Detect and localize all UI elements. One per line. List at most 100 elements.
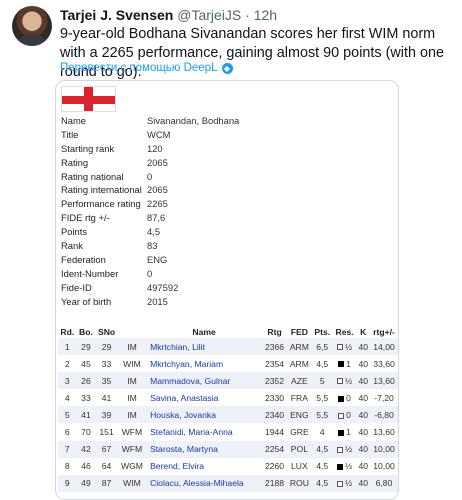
tweet-time[interactable]: 12h bbox=[254, 7, 277, 23]
info-label: Ident-Number bbox=[61, 267, 119, 279]
black-square-icon bbox=[336, 463, 343, 470]
info-label: Rating international bbox=[61, 184, 142, 196]
black-square-icon bbox=[338, 361, 345, 368]
cell-rtg: 2366 bbox=[262, 338, 287, 356]
column-header: K bbox=[356, 325, 371, 338]
info-row: Starting rank 120 bbox=[61, 142, 391, 156]
table-row: 9 49 87 WIM Ciolacu, Alessia-Mihaela 2188 ROU 4… bbox=[58, 474, 398, 492]
info-value: 4,5 bbox=[147, 226, 161, 238]
cell-fed: AZE bbox=[286, 372, 312, 390]
info-value: WCM bbox=[147, 128, 171, 140]
translate-label[interactable]: Перевести с помощью DeepL bbox=[60, 62, 218, 74]
cell-sno: 41 bbox=[95, 389, 118, 407]
cell-rd: 8 bbox=[58, 457, 77, 475]
cell-bo: 42 bbox=[76, 440, 96, 458]
white-square-icon bbox=[336, 481, 343, 488]
cell-title: IM bbox=[117, 406, 147, 424]
result-value: 1 bbox=[346, 358, 351, 369]
cell-k: 40 bbox=[356, 338, 371, 356]
cell-fed: GRE bbox=[286, 423, 312, 441]
cell-pts: 4,5 bbox=[311, 474, 333, 492]
cell-k: 40 bbox=[356, 457, 371, 475]
cell-diff: 13,60 bbox=[370, 423, 398, 441]
cell-pts: 5 bbox=[311, 372, 333, 390]
column-header: rtg+/- bbox=[370, 325, 398, 338]
opponent-name-link[interactable]: Mkrtchian, Lilit bbox=[146, 338, 263, 356]
author-handle[interactable]: @TarjeiJS bbox=[177, 7, 241, 23]
info-label: Rating bbox=[61, 156, 89, 168]
player-info: Name Sivanandan, Bodhana Title WCM Starting … bbox=[61, 114, 391, 308]
info-label: Points bbox=[61, 226, 88, 238]
author-avatar[interactable] bbox=[12, 6, 52, 46]
column-header: Rtg bbox=[262, 325, 287, 338]
info-value: 0 bbox=[147, 170, 153, 182]
column-header bbox=[117, 325, 147, 338]
opponent-name-link[interactable]: Starosta, Martyna bbox=[146, 440, 263, 458]
cell-rd: 5 bbox=[58, 406, 77, 424]
info-value: 83 bbox=[147, 240, 158, 252]
cell-res: 1 bbox=[332, 355, 357, 373]
cell-diff: 10,00 bbox=[370, 457, 398, 475]
cell-rd: 2 bbox=[58, 355, 77, 373]
cell-sno: 67 bbox=[95, 440, 118, 458]
cell-rtg: 2354 bbox=[262, 355, 287, 373]
cell-title: WIM bbox=[117, 474, 147, 492]
opponent-name-link[interactable]: Houska, Jovanka bbox=[146, 406, 263, 424]
cell-pts: 4 bbox=[311, 423, 333, 441]
cell-k: 40 bbox=[356, 406, 371, 424]
cell-fed: ARM bbox=[286, 355, 312, 373]
cell-sno: 151 bbox=[95, 423, 118, 441]
cell-title: WGM bbox=[117, 457, 147, 475]
table-row: 7 42 67 WFM Starosta, Martyna 2254 POL 4,5 ½ 40 10… bbox=[58, 440, 398, 458]
info-label: Fide-ID bbox=[61, 281, 92, 293]
cell-sno: 64 bbox=[95, 457, 118, 475]
cell-rtg: 2352 bbox=[262, 372, 287, 390]
cell-k: 40 bbox=[356, 389, 371, 407]
info-label: Starting rank bbox=[61, 142, 115, 154]
translate-link[interactable]: Перевести с помощью DeepL ◆ bbox=[60, 62, 233, 74]
cell-pts: 6,5 bbox=[311, 338, 333, 356]
cell-sno: 33 bbox=[95, 355, 118, 373]
cell-bo: 70 bbox=[76, 423, 96, 441]
tweet-image[interactable]: Name Sivanandan, Bodhana Title WCM Starting … bbox=[55, 80, 399, 500]
table-row: 1 29 29 IM Mkrtchian, Lilit 2366 ARM 6,5 ½ 40 14,0… bbox=[58, 338, 398, 356]
result-value: ½ bbox=[344, 461, 353, 472]
info-value: 2065 bbox=[147, 156, 168, 168]
opponent-name-link[interactable]: Stefanidi, Maria-Anna bbox=[146, 423, 263, 441]
cell-rd: 7 bbox=[58, 440, 77, 458]
result-value: ½ bbox=[344, 478, 353, 489]
opponent-name-link[interactable]: Mammadova, Gulnar bbox=[146, 372, 263, 390]
result-value: ½ bbox=[344, 375, 353, 386]
cell-fed: ROU bbox=[286, 474, 312, 492]
cell-bo: 41 bbox=[76, 406, 96, 424]
table-row: 2 45 33 WIM Mkrtchyan, Mariam 2354 ARM 4,5 1 40 33… bbox=[58, 355, 398, 373]
cell-res: ½ bbox=[332, 440, 357, 458]
info-label: Title bbox=[61, 128, 79, 140]
opponent-name-link[interactable]: Savina, Anastasia bbox=[146, 389, 263, 407]
opponent-name-link[interactable]: Mkrtchyan, Mariam bbox=[146, 355, 263, 373]
info-row: Rating 2065 bbox=[61, 156, 391, 170]
cell-rtg: 2188 bbox=[262, 474, 287, 492]
cell-diff: -7,20 bbox=[370, 389, 398, 407]
cell-fed: ARM bbox=[286, 338, 312, 356]
opponent-name-link[interactable]: Berend, Elvira bbox=[146, 457, 263, 475]
author-name[interactable]: Tarjei J. Svensen bbox=[60, 7, 173, 23]
info-row: FIDE rtg +/- 87,6 bbox=[61, 211, 391, 225]
cell-k: 40 bbox=[356, 372, 371, 390]
result-value: 0 bbox=[346, 392, 351, 403]
info-label: Year of birth bbox=[61, 295, 112, 307]
column-header: Name bbox=[146, 325, 263, 338]
cell-diff: 6,80 bbox=[370, 474, 398, 492]
cell-bo: 26 bbox=[76, 372, 96, 390]
info-row: Ident-Number 0 bbox=[61, 267, 391, 281]
black-square-icon bbox=[338, 395, 345, 402]
tweet-header: Tarjei J. Svensen @TarjeiJS · 12h bbox=[60, 6, 277, 24]
white-square-icon bbox=[336, 344, 343, 351]
cell-fed: FRA bbox=[286, 389, 312, 407]
deepl-icon: ◆ bbox=[221, 62, 233, 74]
opponent-name-link[interactable]: Ciolacu, Alessia-Mihaela bbox=[146, 474, 263, 492]
cell-rd: 9 bbox=[58, 474, 77, 492]
info-label: FIDE rtg +/- bbox=[61, 212, 110, 224]
cell-k: 40 bbox=[356, 423, 371, 441]
info-value: 2015 bbox=[147, 295, 168, 307]
